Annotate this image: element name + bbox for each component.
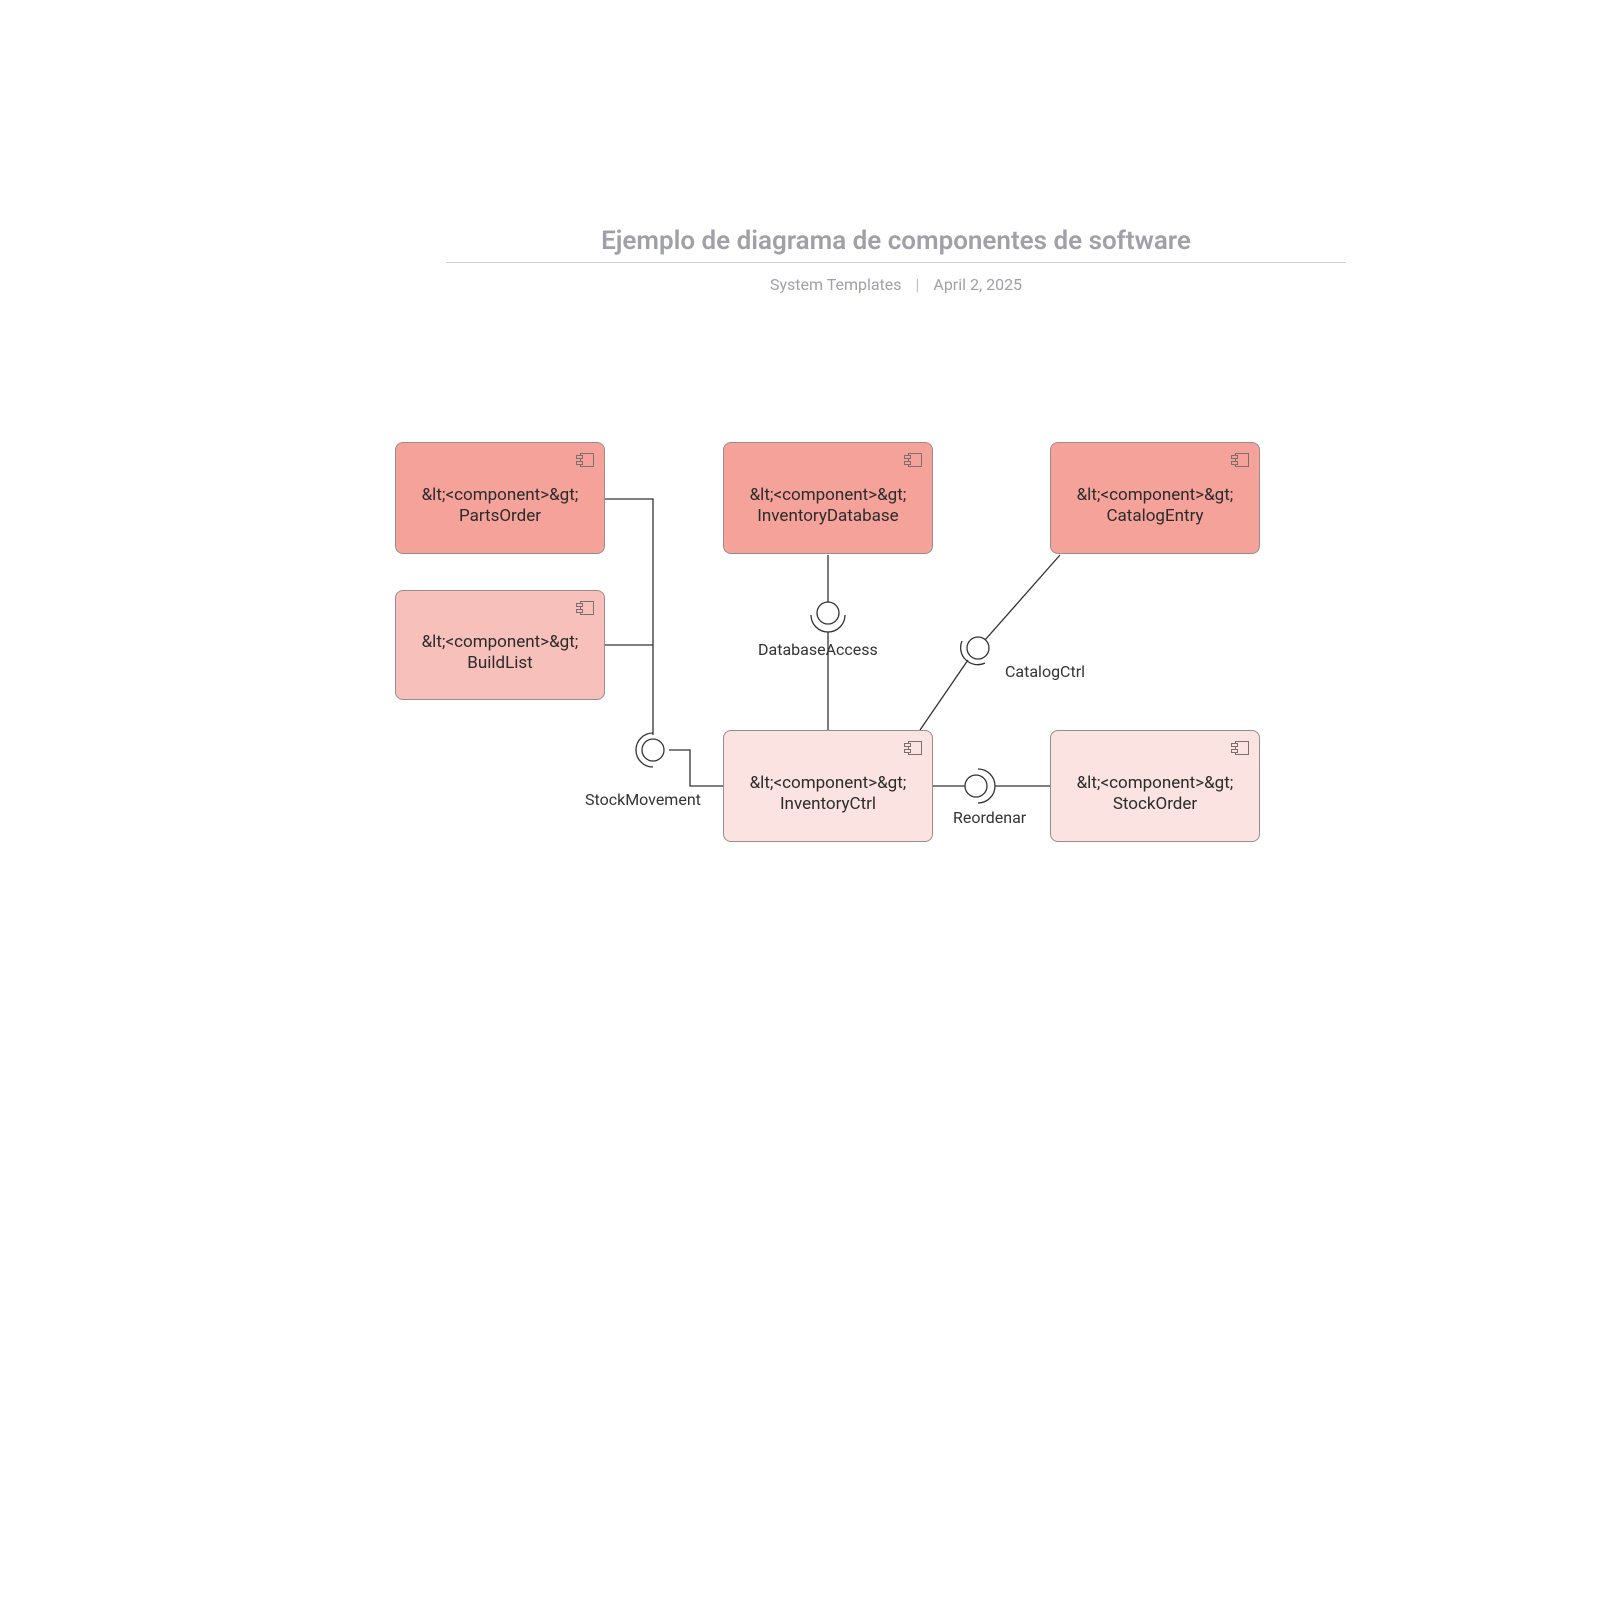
subtitle-separator: | — [916, 275, 920, 294]
title-block: Ejemplo de diagrama de componentes de so… — [446, 226, 1346, 294]
component-icon — [904, 741, 922, 755]
diagram-subtitle: System Templates | April 2, 2025 — [446, 275, 1346, 294]
component-icon — [576, 601, 594, 615]
component-stereotype: &lt;<component>&gt; — [1067, 773, 1243, 794]
component-catalog-entry[interactable]: &lt;<component>&gt; CatalogEntry — [1050, 442, 1260, 554]
interface-label-reorder: Reordenar — [953, 808, 1026, 827]
component-stereotype: &lt;<component>&gt; — [412, 632, 588, 653]
component-name: BuildList — [412, 653, 588, 674]
component-name: CatalogEntry — [1067, 506, 1243, 527]
interface-label-stock-movement: StockMovement — [585, 790, 701, 809]
component-icon — [1231, 741, 1249, 755]
component-icon — [576, 453, 594, 467]
component-stereotype: &lt;<component>&gt; — [740, 485, 916, 506]
author-label: System Templates — [770, 275, 902, 294]
component-icon — [1231, 453, 1249, 467]
component-build-list[interactable]: &lt;<component>&gt; BuildList — [395, 590, 605, 700]
component-name: InventoryDatabase — [740, 506, 916, 527]
title-divider — [446, 262, 1346, 263]
component-inventory-ctrl[interactable]: &lt;<component>&gt; InventoryCtrl — [723, 730, 933, 842]
component-stereotype: &lt;<component>&gt; — [1067, 485, 1243, 506]
component-inventory-database[interactable]: &lt;<component>&gt; InventoryDatabase — [723, 442, 933, 554]
diagram-title: Ejemplo de diagrama de componentes de so… — [446, 226, 1346, 262]
date-label: April 2, 2025 — [933, 275, 1022, 294]
component-icon — [904, 453, 922, 467]
interface-label-catalog-ctrl: CatalogCtrl — [1005, 662, 1085, 681]
component-stock-order[interactable]: &lt;<component>&gt; StockOrder — [1050, 730, 1260, 842]
diagram-canvas: Ejemplo de diagrama de componentes de so… — [0, 0, 1600, 1600]
component-stereotype: &lt;<component>&gt; — [740, 773, 916, 794]
component-parts-order[interactable]: &lt;<component>&gt; PartsOrder — [395, 442, 605, 554]
component-name: StockOrder — [1067, 794, 1243, 815]
component-name: InventoryCtrl — [740, 794, 916, 815]
component-name: PartsOrder — [412, 506, 588, 527]
component-stereotype: &lt;<component>&gt; — [412, 485, 588, 506]
interface-label-database-access: DatabaseAccess — [758, 640, 878, 659]
